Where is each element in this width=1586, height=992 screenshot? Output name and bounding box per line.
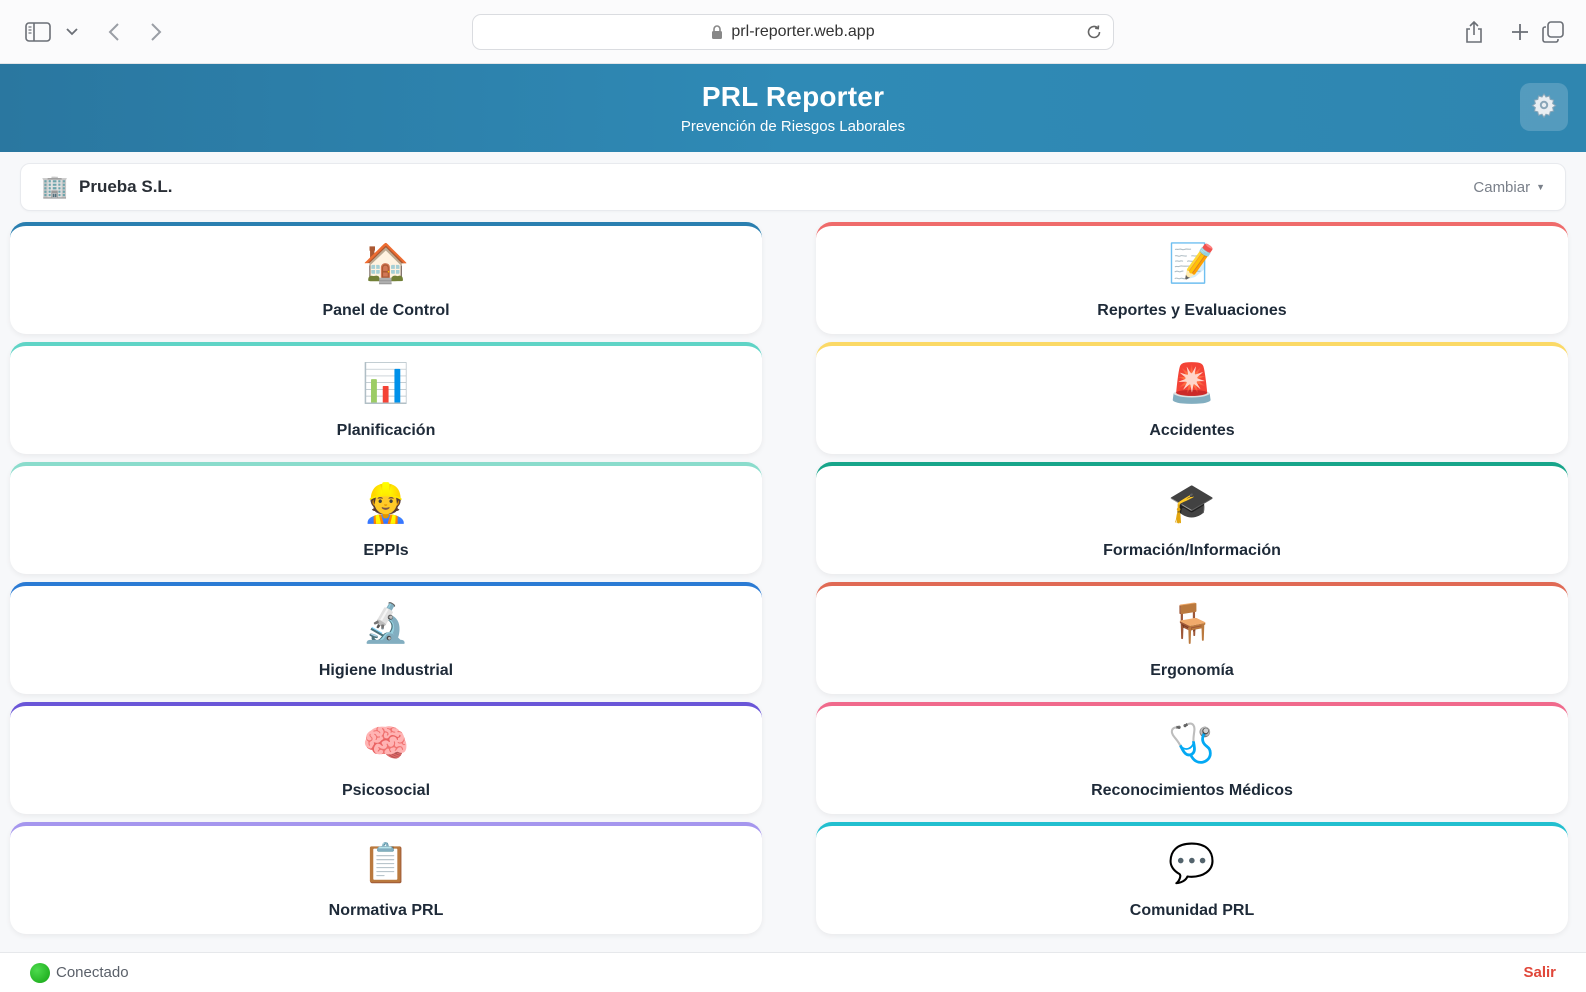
module-card-reconocimientos-medicos[interactable]: 🩺 Reconocimientos Médicos	[816, 702, 1568, 814]
connection-status-icon	[30, 962, 50, 983]
module-label: Comunidad PRL	[1129, 902, 1255, 919]
change-company-label: Cambiar	[1473, 178, 1531, 196]
module-card-eppis[interactable]: 👷 EPPIs	[10, 462, 762, 574]
module-label: Psicosocial	[341, 782, 431, 799]
module-label: Panel de Control	[322, 302, 450, 319]
graduation-cap-icon: 🎓	[1168, 483, 1216, 525]
module-label: Formación/Información	[1103, 542, 1281, 559]
change-company-button[interactable]: Cambiar ▼	[1473, 179, 1545, 196]
forward-icon[interactable]	[146, 18, 166, 46]
settings-button[interactable]	[1520, 83, 1568, 131]
module-card-planificacion[interactable]: 📊 Planificación	[10, 342, 762, 454]
page-subtitle: Prevención de Riesgos Laborales	[680, 118, 906, 135]
logout-button[interactable]: Salir	[1523, 964, 1556, 981]
module-card-comunidad-prl[interactable]: 💬 Comunidad PRL	[816, 822, 1568, 934]
module-label: Reportes y Evaluaciones	[1097, 302, 1287, 319]
company-selector: 🏢 Prueba S.L. Cambiar ▼	[20, 163, 1566, 211]
module-card-formacion[interactable]: 🎓 Formación/Información	[816, 462, 1568, 574]
app-header: PRL Reporter Prevención de Riesgos Labor…	[0, 64, 1586, 152]
chevron-down-icon[interactable]	[64, 18, 80, 46]
stethoscope-icon: 🩺	[1168, 723, 1216, 765]
bar-chart-icon: 📊	[362, 363, 410, 405]
share-icon[interactable]	[1462, 18, 1486, 46]
module-label: Reconocimientos Médicos	[1091, 782, 1293, 799]
module-label: Ergonomía	[1150, 662, 1234, 679]
memo-icon: 📝	[1168, 243, 1216, 285]
module-card-psicosocial[interactable]: 🧠 Psicosocial	[10, 702, 762, 814]
microscope-icon: 🔬	[362, 603, 410, 645]
page-title: PRL Reporter	[701, 81, 885, 112]
module-card-accidentes[interactable]: 🚨 Accidentes	[816, 342, 1568, 454]
browser-toolbar: prl-reporter.web.app	[0, 0, 1586, 64]
speech-bubble-icon: 💬	[1168, 843, 1216, 885]
construction-worker-icon: 👷	[362, 483, 410, 525]
sidebar-toggle-icon[interactable]	[24, 18, 52, 46]
url-text: prl-reporter.web.app	[731, 23, 875, 40]
reload-icon[interactable]	[1085, 23, 1103, 41]
clipboard-icon: 📋	[362, 843, 410, 885]
module-label: Higiene Industrial	[318, 662, 454, 679]
lock-icon	[711, 24, 723, 40]
caret-down-icon: ▼	[1536, 182, 1545, 192]
module-card-panel-de-control[interactable]: 🏠 Panel de Control	[10, 222, 762, 334]
chair-icon: 🪑	[1168, 603, 1216, 645]
module-card-reportes[interactable]: 📝 Reportes y Evaluaciones	[816, 222, 1568, 334]
office-building-icon: 🏢	[41, 174, 69, 199]
siren-icon: 🚨	[1168, 363, 1216, 405]
address-bar[interactable]: prl-reporter.web.app	[472, 14, 1114, 50]
connection-status: Conectado	[56, 964, 129, 981]
gear-icon	[1530, 91, 1558, 124]
brain-icon: 🧠	[362, 723, 410, 765]
module-card-normativa-prl[interactable]: 📋 Normativa PRL	[10, 822, 762, 934]
module-label: EPPIs	[363, 542, 409, 559]
module-label: Planificación	[336, 422, 436, 439]
module-label: Normativa PRL	[328, 902, 444, 919]
house-icon: 🏠	[362, 243, 410, 285]
back-icon[interactable]	[104, 18, 124, 46]
company-name: Prueba S.L.	[79, 177, 173, 196]
module-card-ergonomia[interactable]: 🪑 Ergonomía	[816, 582, 1568, 694]
module-card-higiene-industrial[interactable]: 🔬 Higiene Industrial	[10, 582, 762, 694]
tabs-overview-icon[interactable]	[1540, 18, 1566, 46]
status-footer: Conectado Salir	[0, 952, 1586, 992]
new-tab-icon[interactable]	[1508, 18, 1532, 46]
module-label: Accidentes	[1149, 422, 1235, 439]
